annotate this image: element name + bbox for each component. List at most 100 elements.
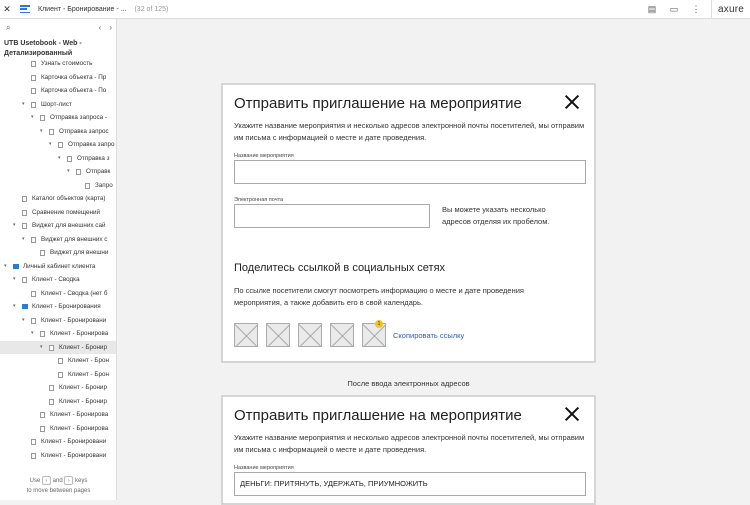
expand-caret-icon[interactable]: ▾ — [13, 219, 16, 233]
page-icon — [22, 209, 27, 216]
sitemap-item[interactable]: ▾ Клиент - Бронирова — [0, 327, 116, 341]
sitemap-item[interactable]: ▾ Клиент - Бронир — [0, 340, 116, 355]
expand-caret-icon[interactable]: ▾ — [13, 273, 16, 287]
sitemap-item[interactable]: ▾ Клиент - Бронирования — [0, 300, 116, 314]
sitemap-item-label: Клиент - Бронировани — [41, 438, 107, 445]
sitemap-item[interactable]: ▾ Отправк — [0, 165, 116, 179]
event-name-input[interactable] — [234, 160, 586, 184]
expand-caret-icon[interactable]: ▾ — [22, 314, 25, 328]
expand-caret-icon[interactable]: ▾ — [40, 341, 43, 355]
expand-caret-icon[interactable]: ▾ — [49, 138, 52, 152]
expand-caret-icon[interactable]: ▾ — [31, 327, 34, 341]
previous-page-icon[interactable]: ‹ — [99, 23, 102, 32]
sitemap-item[interactable]: Клиент - Бронирова — [0, 422, 116, 436]
sitemap-item-label: Клиент - Сводка — [32, 276, 80, 283]
sitemap-item[interactable]: ▾ Отправка запроса - — [0, 111, 116, 125]
project-name: UTB Usetobook - Web - Детализированный — [4, 40, 82, 57]
sitemap-item-label: Отправка з — [77, 154, 110, 162]
email-input[interactable] — [234, 204, 430, 228]
sitemap-item[interactable]: Виджет для внешни — [0, 246, 116, 260]
sitemap-item-label: Карточка объекта - По — [41, 87, 107, 94]
topbar-actions: ▤ ▭ ⋮ axure — [641, 0, 750, 19]
social-share-icon[interactable] — [330, 323, 354, 347]
top-bar: ✕ Клиент - Бронирование - ... (32 of 125… — [0, 0, 750, 19]
modal-title: Отправить приглашение на мероприятие — [234, 407, 522, 424]
sitemap-item-label: Клиент - Сводка (нет б — [41, 289, 108, 297]
sitemap-item[interactable]: Запро — [0, 179, 116, 193]
close-icon[interactable] — [565, 407, 579, 421]
sitemap-item-label: Сравнение помещений — [32, 208, 100, 216]
sitemap-item[interactable]: Клиент - Сводка (нет б — [0, 287, 116, 301]
next-key-icon: › — [64, 475, 74, 485]
sitemap-item-label: Клиент - Брон — [68, 357, 109, 364]
more-options-icon[interactable]: ⋮ — [685, 0, 707, 19]
social-share-icon[interactable] — [298, 323, 322, 347]
expand-caret-icon[interactable]: ▾ — [31, 111, 34, 125]
sitemap-item[interactable]: Клиент - Бронировани — [0, 449, 116, 463]
sitemap-item[interactable]: Узнать стоимость — [0, 57, 116, 71]
expand-caret-icon[interactable]: ▾ — [22, 98, 25, 112]
axure-logo: axure — [717, 4, 744, 15]
search-icon[interactable]: ⌕ — [6, 23, 10, 33]
page-icon — [40, 331, 45, 337]
modal-description: Укажите название мероприятия и несколько… — [234, 433, 585, 454]
page-icon — [58, 371, 63, 378]
expand-caret-icon[interactable]: ▾ — [67, 165, 70, 179]
sitemap-item[interactable]: ▾ Отправка з — [0, 152, 116, 166]
sitemap-item-label: Клиент - Бронир — [59, 397, 107, 405]
notes-icon[interactable]: ▤ — [641, 0, 663, 19]
expand-caret-icon[interactable]: ▾ — [58, 152, 61, 166]
page-icon — [22, 277, 27, 283]
copy-link[interactable]: Скопировать ссылку — [393, 331, 464, 340]
sitemap-item-label: Клиент - Бронировани — [41, 451, 107, 459]
annotation-badge[interactable]: 1 — [375, 320, 383, 328]
page-icon — [31, 290, 36, 297]
sitemap-item-label: Клиент - Бронир — [59, 384, 107, 391]
sitemap-item[interactable]: ▾ Отправка запро — [0, 138, 116, 152]
sitemap-item[interactable]: Карточка объекта - Пр — [0, 71, 116, 85]
close-icon[interactable] — [565, 95, 579, 109]
sitemap-item[interactable]: Каталог объектов (карта) — [0, 192, 116, 206]
page-icon — [22, 223, 27, 229]
sitemap-item[interactable]: Сравнение помещений — [0, 206, 116, 220]
page-icon — [49, 344, 54, 351]
page-title: Клиент - Бронирование - ... — [38, 5, 127, 13]
sitemap-item[interactable]: Клиент - Бронирова — [0, 408, 116, 422]
sitemap-item[interactable]: ▾ Личный кабинет клиента — [0, 260, 116, 274]
sitemap-item[interactable]: ▾ Клиент - Сводка — [0, 273, 116, 287]
event-name-input[interactable]: ДЕНЬГИ: ПРИТЯНУТЬ, УДЕРЖАТЬ, ПРИУМНОЖИТЬ — [234, 472, 586, 496]
expand-caret-icon[interactable]: ▾ — [4, 260, 7, 274]
next-page-icon[interactable]: › — [109, 23, 112, 32]
sitemap-item[interactable]: ▾ Шорт-лист — [0, 98, 116, 112]
page-count: (32 of 125) — [134, 5, 169, 13]
event-name-label: Название мероприятия — [234, 465, 294, 471]
sitemap-item[interactable]: Карточка объекта - По — [0, 84, 116, 98]
expand-caret-icon[interactable]: ▾ — [13, 300, 16, 314]
social-share-icon[interactable] — [266, 323, 290, 347]
sitemap-item-label: Виджет для внешних с — [41, 235, 108, 243]
expand-caret-icon[interactable]: ▾ — [40, 125, 43, 139]
social-share-icon[interactable] — [234, 323, 258, 347]
sitemap-sidebar: ⌕ ‹ › UTB Usetobook - Web - Детализирова… — [0, 19, 117, 500]
sitemap-item[interactable]: Клиент - Брон — [0, 354, 116, 368]
sitemap-item[interactable]: Клиент - Брон — [0, 368, 116, 382]
sitemap-toggle-icon[interactable] — [20, 5, 30, 13]
page-icon — [49, 398, 54, 405]
page-icon — [40, 250, 45, 256]
social-share-icon[interactable] — [362, 323, 386, 347]
expand-caret-icon[interactable]: ▾ — [22, 233, 25, 247]
sitemap-item[interactable]: ▾ Отправка запрос — [0, 125, 116, 139]
sitemap-item[interactable]: Клиент - Бронир — [0, 395, 116, 409]
sitemap-item-label: Клиент - Бронирова — [50, 330, 109, 337]
sitemap-item[interactable]: Клиент - Бронир — [0, 381, 116, 395]
sitemap-item-label: Отправка запро — [68, 141, 115, 148]
sitemap-item-label: Каталог объектов (карта) — [32, 195, 106, 202]
sitemap-item[interactable]: ▾ Виджет для внешних сай — [0, 219, 116, 233]
comments-icon[interactable]: ▭ — [663, 0, 685, 19]
sitemap-item[interactable]: ▾ Виджет для внешних с — [0, 233, 116, 247]
sitemap-item[interactable]: ▾ Клиент - Бронировани — [0, 314, 116, 328]
sitemap-item[interactable]: Клиент - Бронировани — [0, 435, 116, 449]
page-icon — [31, 317, 36, 324]
sitemap-item-label: Узнать стоимость — [41, 60, 93, 67]
close-icon[interactable]: ✕ — [0, 4, 14, 15]
